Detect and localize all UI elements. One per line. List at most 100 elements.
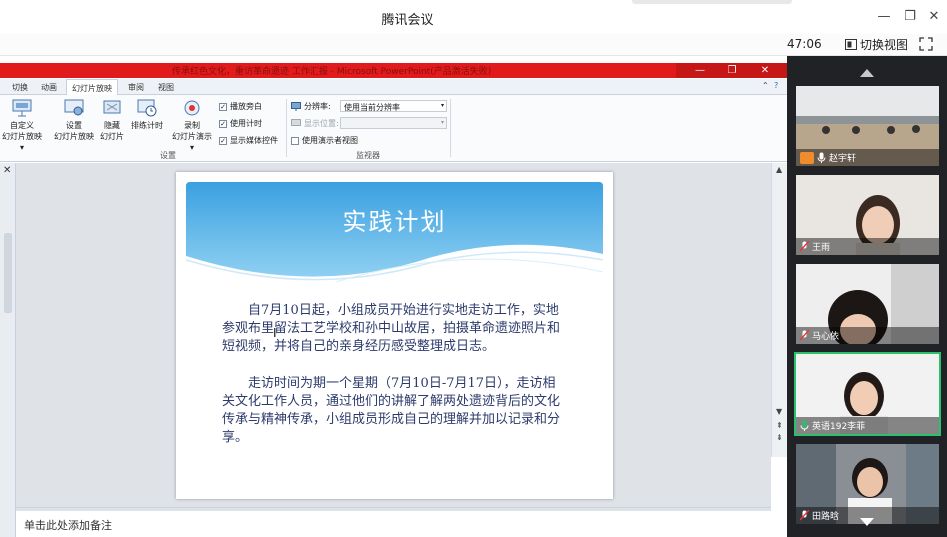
participant-avatar-icon — [800, 151, 814, 164]
notification-edge — [632, 0, 792, 4]
show-on-label: 显示位置: — [304, 119, 339, 128]
notes-placeholder: 单击此处添加备注 — [24, 519, 112, 532]
scroll-down-arrow-icon[interactable] — [860, 518, 874, 526]
participant-label: 马心依 — [796, 327, 939, 344]
notes-pane[interactable]: 单击此处添加备注 — [16, 507, 771, 537]
notes-left-edge — [0, 511, 16, 537]
show-on-dropdown[interactable]: ▾ — [340, 117, 447, 129]
hide-slide-button[interactable]: 隐藏 幻灯片 — [92, 99, 132, 142]
participant-label: 英语192李菲 — [796, 417, 939, 434]
fullscreen-icon[interactable] — [919, 37, 933, 51]
participant-tile[interactable]: 赵宇轩 — [796, 86, 939, 166]
ribbon-tabs: 切换 动画 幻灯片放映 审阅 视图 ⌃ ? — [0, 79, 787, 96]
participant-name: 田路晗 — [812, 512, 840, 522]
pane-scrollbar[interactable] — [4, 233, 12, 313]
mic-icon — [817, 152, 826, 163]
horizontal-scrollbar[interactable] — [16, 508, 771, 511]
presenter-view-label: 使用演示者视图 — [302, 136, 358, 145]
use-timings-box: ✓ — [219, 119, 227, 128]
record-slideshow-button[interactable]: 录制 幻灯片演示 ▾ — [170, 99, 214, 153]
tab-animations[interactable]: 动画 — [41, 82, 57, 93]
participant-tile[interactable]: 马心依 — [796, 264, 939, 344]
resolution-row: 分辨率: — [291, 101, 331, 112]
tab-view[interactable]: 视图 — [158, 82, 174, 93]
ribbon-collapse-icon[interactable]: ⌃ — [762, 81, 769, 90]
group-monitors-label: 监视器 — [356, 151, 380, 160]
switch-view-icon — [845, 39, 857, 50]
show-on-row: 显示位置: — [291, 118, 339, 129]
play-narration-checkbox[interactable]: ✓ 播放旁白 — [219, 101, 262, 112]
next-slide-icon[interactable]: ⇟ — [776, 433, 783, 442]
custom-show-label: 自定义 幻灯片放映 ▾ — [2, 121, 42, 152]
presenter-view-checkbox[interactable]: 使用演示者视图 — [291, 135, 358, 146]
mic-muted-icon — [800, 330, 809, 341]
participant-tile[interactable]: 王雨 — [796, 175, 939, 255]
slide-title: 实践计划 — [342, 208, 447, 236]
record-slideshow-label: 录制 幻灯片演示 ▾ — [172, 121, 212, 152]
participant-name: 王雨 — [812, 243, 831, 253]
text-cursor-icon: I — [273, 326, 277, 340]
meeting-timer: 47:06 — [787, 37, 822, 51]
monitor-icon — [291, 102, 301, 111]
scroll-up-icon[interactable]: ▲ — [776, 165, 782, 174]
resolution-value: 使用当前分辨率 — [344, 103, 400, 112]
participant-name: 英语192李菲 — [812, 422, 866, 432]
custom-show-button[interactable]: 自定义 幻灯片放映 ▾ — [2, 99, 42, 153]
scroll-down-icon[interactable]: ▼ — [776, 407, 782, 416]
meeting-titlebar: 腾讯会议 — ❐ ✕ — [0, 0, 947, 34]
tab-review[interactable]: 审阅 — [128, 82, 144, 93]
meeting-title: 腾讯会议 — [381, 13, 434, 28]
prev-slide-icon[interactable]: ⇞ — [776, 421, 783, 430]
restore-icon[interactable]: ❐ — [901, 8, 919, 26]
record-slideshow-icon — [184, 100, 200, 116]
ppt-minimize-icon[interactable]: — — [693, 63, 707, 78]
media-controls-box: ✓ — [219, 136, 227, 145]
media-controls-checkbox[interactable]: ✓ 显示媒体控件 — [219, 135, 278, 146]
dropdown-arrow-disabled-icon: ▾ — [440, 119, 444, 126]
use-timings-label: 使用计时 — [230, 119, 262, 128]
participant-tile[interactable]: 田路晗 — [796, 444, 939, 524]
resolution-dropdown[interactable]: 使用当前分辨率 ▾ — [340, 100, 447, 112]
monitor-disabled-icon — [291, 119, 301, 126]
setup-slideshow-button[interactable]: 设置 幻灯片放映 — [54, 99, 94, 142]
play-narration-label: 播放旁白 — [230, 102, 262, 111]
rehearse-timings-label: 排练计时 — [131, 121, 163, 130]
slide-paragraph-2: 走访时间为期一个星期（7月10日-7月17日），走访相关文化工作人员，通过他们的… — [222, 376, 561, 445]
switch-view-button[interactable]: 切换视图 — [845, 36, 908, 53]
use-timings-checkbox[interactable]: ✓ 使用计时 — [219, 118, 262, 129]
close-pane-icon[interactable]: ✕ — [3, 165, 11, 176]
minimize-icon[interactable]: — — [875, 8, 893, 26]
ppt-restore-icon[interactable]: ❐ — [725, 63, 739, 78]
mic-muted-icon — [800, 510, 809, 521]
rehearse-timings-icon — [137, 99, 157, 117]
group-setup-label: 设置 — [160, 151, 176, 160]
help-icon[interactable]: ? — [774, 81, 778, 90]
ribbon-separator — [450, 99, 451, 157]
participant-label: 赵宇轩 — [796, 149, 939, 166]
ppt-titlebar: 传承红色文化，重访革命遗迹 工作汇报 - Microsoft PowerPoin… — [0, 63, 787, 78]
meeting-window: 腾讯会议 — ❐ ✕ 47:06 切换视图 传承红色文化，重访革命遗迹 工作汇报… — [0, 0, 947, 537]
participant-name: 马心依 — [812, 332, 840, 342]
hide-slide-icon — [103, 100, 121, 114]
tab-slideshow[interactable]: 幻灯片放映 — [66, 79, 118, 96]
vertical-scrollbar[interactable]: ▲ ▼ ⇞ ⇟ — [771, 163, 787, 457]
rehearse-timings-button[interactable]: 排练计时 — [127, 99, 167, 131]
scroll-up-arrow-icon[interactable] — [860, 69, 874, 77]
mic-muted-icon — [800, 241, 809, 252]
switch-view-label: 切换视图 — [860, 38, 909, 52]
slide-thumbnail-pane: ✕ — [0, 163, 16, 513]
dropdown-arrow-icon: ▾ — [440, 102, 444, 109]
participant-label: 王雨 — [796, 238, 939, 255]
ppt-close-icon[interactable]: ✕ — [758, 63, 772, 78]
participant-tile-active-speaker[interactable]: 英语192李菲 — [794, 352, 941, 436]
setup-slideshow-icon — [64, 99, 84, 116]
ppt-window-title: 传承红色文化，重访革命遗迹 工作汇报 - Microsoft PowerPoin… — [172, 67, 492, 77]
tab-transitions[interactable]: 切换 — [12, 82, 28, 93]
play-narration-box: ✓ — [219, 102, 227, 111]
slide[interactable]: 实践计划 自7月10日起，小组成员开始进行实地走访工作，实地参观布里留法工艺学校… — [176, 172, 613, 499]
close-icon[interactable]: ✕ — [925, 8, 943, 26]
presenter-view-box — [291, 136, 299, 145]
mic-speaking-icon — [800, 420, 809, 431]
hide-slide-label: 隐藏 幻灯片 — [100, 121, 124, 141]
custom-show-icon — [12, 99, 32, 117]
